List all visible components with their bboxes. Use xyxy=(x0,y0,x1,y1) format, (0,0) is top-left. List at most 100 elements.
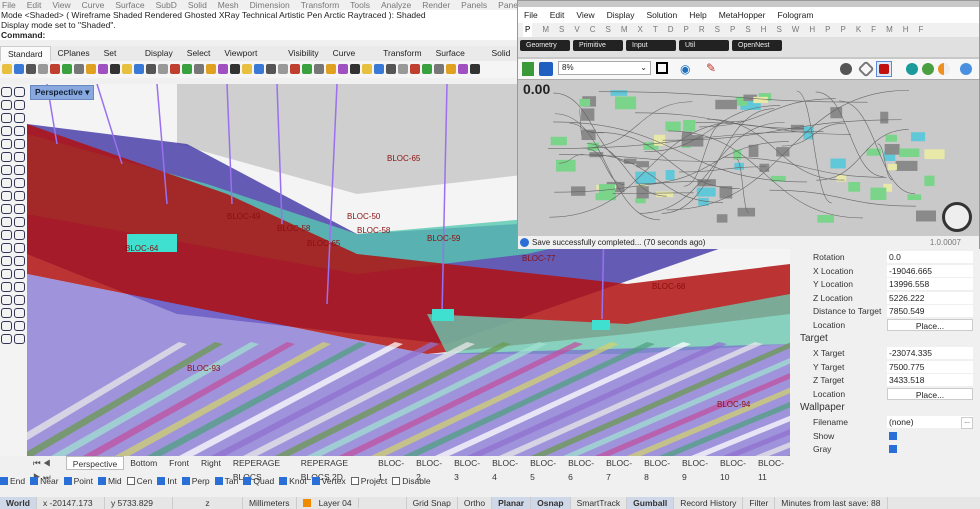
browse-button[interactable]: ... xyxy=(961,416,973,429)
viewport-tab[interactable]: BLOC-11 xyxy=(752,456,790,482)
tool-icon[interactable] xyxy=(14,295,25,305)
osnap-end[interactable]: End xyxy=(0,476,25,486)
toolbar-tab[interactable]: Display xyxy=(138,46,180,61)
tool-icon[interactable] xyxy=(14,334,25,344)
property-value[interactable]: 7850.549 xyxy=(887,305,973,317)
gh-menu-item[interactable]: Display xyxy=(607,7,635,23)
toolbar-icon[interactable] xyxy=(470,64,480,74)
tool-icon[interactable] xyxy=(14,113,25,123)
checkbox-gray[interactable] xyxy=(889,445,897,453)
gh-component[interactable] xyxy=(753,96,768,104)
toolbar-tab[interactable]: Surface Tools xyxy=(429,46,485,73)
checkbox[interactable] xyxy=(0,476,8,485)
viewport-tab[interactable]: REPERAGE BLOCS xyxy=(227,456,295,482)
sketch-pen-icon[interactable]: ✎ xyxy=(706,61,716,75)
gh-component[interactable] xyxy=(635,197,646,204)
tool-icon[interactable] xyxy=(14,139,25,149)
toolbar-tab[interactable]: Standard xyxy=(0,46,51,61)
gh-component[interactable] xyxy=(924,175,935,187)
gh-tab[interactable]: P xyxy=(684,23,689,37)
place-button[interactable]: Place... xyxy=(887,318,973,331)
viewport-tab[interactable]: BLOC-8 xyxy=(638,456,676,482)
gh-tab[interactable]: P xyxy=(730,23,735,37)
gh-component[interactable] xyxy=(715,99,737,110)
place-button[interactable]: Place... xyxy=(887,387,973,400)
tool-icon[interactable] xyxy=(14,191,25,201)
mesh-quality-icon[interactable] xyxy=(922,63,934,75)
gh-component[interactable] xyxy=(696,187,716,197)
toolbar-icon[interactable] xyxy=(386,64,396,74)
tool-icon[interactable] xyxy=(14,126,25,136)
toolbar-icon[interactable] xyxy=(110,64,120,74)
osnap-near[interactable]: Near xyxy=(30,476,59,486)
toolbar-icon[interactable] xyxy=(218,64,228,74)
osnap-disable[interactable]: Disable xyxy=(392,476,431,486)
status-toggle[interactable]: Planar xyxy=(492,497,532,509)
gh-tab[interactable]: D xyxy=(668,23,674,37)
gh-component[interactable] xyxy=(830,158,846,169)
gh-tab[interactable]: H xyxy=(761,23,767,37)
gh-tab[interactable]: P xyxy=(840,23,845,37)
tool-icon[interactable] xyxy=(1,126,12,136)
toolbar-icon[interactable] xyxy=(14,64,24,74)
gh-tab[interactable]: S xyxy=(715,23,720,37)
property-value[interactable]: 0.0 xyxy=(887,251,973,263)
preview-off-icon[interactable] xyxy=(840,63,852,75)
gh-component[interactable] xyxy=(665,170,675,181)
wireframe-preview-icon[interactable] xyxy=(857,60,875,78)
toolbar-icon[interactable] xyxy=(410,64,420,74)
tool-icon[interactable] xyxy=(14,204,25,214)
gh-component[interactable] xyxy=(895,160,918,171)
gh-component[interactable] xyxy=(887,163,897,171)
toolbar-icon[interactable] xyxy=(26,64,36,74)
tool-icon[interactable] xyxy=(1,243,12,253)
gh-menu-item[interactable]: View xyxy=(576,7,594,23)
property-value[interactable]: -19046.665 xyxy=(887,264,973,277)
gh-component[interactable] xyxy=(884,144,900,155)
tool-icon[interactable] xyxy=(14,308,25,318)
status-units[interactable]: Millimeters xyxy=(243,497,297,509)
gh-tab[interactable]: M xyxy=(621,23,628,37)
tool-icon[interactable] xyxy=(14,243,25,253)
toolbar-icon[interactable] xyxy=(170,64,180,74)
viewport-tab[interactable]: BLOC-9 xyxy=(676,456,714,482)
tool-icon[interactable] xyxy=(1,87,12,97)
viewport-tab[interactable]: BLOC-7 xyxy=(600,456,638,482)
toolbar-tab[interactable]: Visibility xyxy=(281,46,326,61)
gh-component[interactable] xyxy=(555,159,576,172)
checkbox[interactable] xyxy=(63,476,72,485)
gh-component[interactable] xyxy=(836,174,847,182)
tool-icon[interactable] xyxy=(1,178,12,188)
tool-icon[interactable] xyxy=(14,321,25,331)
status-x[interactable]: x -20147.173 xyxy=(37,497,105,509)
document-preview-icon[interactable] xyxy=(938,63,950,75)
toolbar-icon[interactable] xyxy=(446,64,456,74)
tool-icon[interactable] xyxy=(14,217,25,227)
property-value[interactable]: 13996.558 xyxy=(887,278,973,290)
zoom-extents-icon[interactable] xyxy=(656,62,668,74)
gh-component[interactable] xyxy=(610,90,628,96)
toolbar-tab[interactable]: Solid T xyxy=(485,46,520,73)
toolbar-icon[interactable] xyxy=(182,64,192,74)
toolbar-icon[interactable] xyxy=(266,64,276,74)
checkbox[interactable] xyxy=(157,476,166,485)
tool-icon[interactable] xyxy=(1,217,12,227)
tab-nav-arrows[interactable]: ⏮ ◀ ▶ ⏭ xyxy=(27,456,66,482)
viewport-tab[interactable]: Right xyxy=(195,456,227,470)
status-z[interactable]: z xyxy=(173,497,243,509)
toolbar-icon[interactable] xyxy=(254,64,264,74)
viewport-tab[interactable]: BLOC-6 xyxy=(562,456,600,482)
tool-icon[interactable] xyxy=(1,256,12,266)
status-toggle[interactable]: Ortho xyxy=(458,497,493,509)
toolbar-icon[interactable] xyxy=(362,64,372,74)
toolbar-icon[interactable] xyxy=(422,64,432,74)
gh-tab[interactable]: C xyxy=(590,23,596,37)
gh-menu-item[interactable]: File xyxy=(524,7,538,23)
display-sphere-icon[interactable] xyxy=(960,63,972,75)
tool-icon[interactable] xyxy=(14,256,25,266)
osnap-project[interactable]: Project xyxy=(350,476,387,486)
gh-tab[interactable]: M xyxy=(542,23,549,37)
toolbar-icon[interactable] xyxy=(146,64,156,74)
status-toggle[interactable]: Record History xyxy=(674,497,744,509)
toolbar-icon[interactable] xyxy=(86,64,96,74)
